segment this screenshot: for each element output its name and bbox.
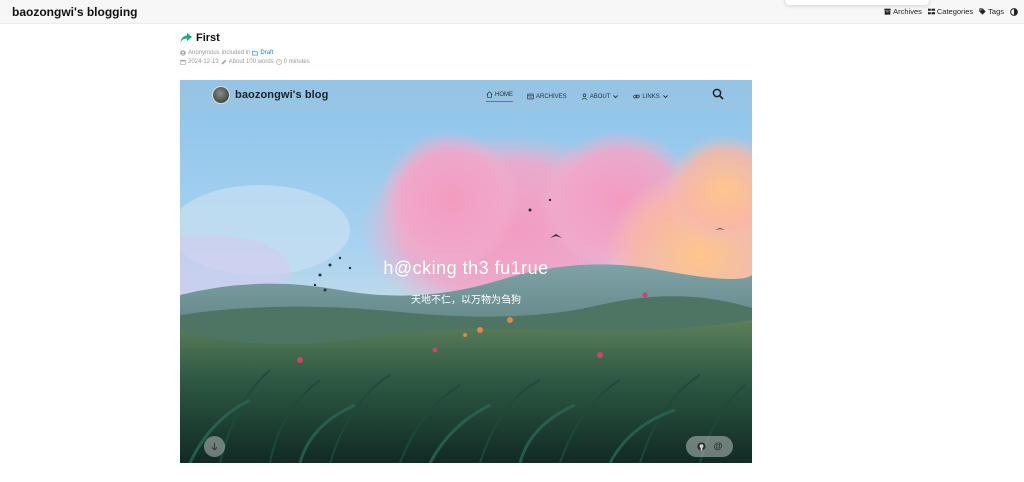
share-arrow-icon [180,33,192,43]
dropdown-popup-edge [784,0,930,6]
archive-icon [884,8,891,15]
post-word-count: About 100 words [228,59,274,65]
avatar [212,86,230,104]
archive-icon [527,93,534,100]
search-icon [712,88,724,100]
post-title[interactable]: First [196,32,220,44]
post-title-row: First [180,32,740,44]
email-at-icon: @ [713,441,723,451]
chevron-down-icon [613,95,619,99]
embedded-menu-archives: ARCHIVES [527,91,567,102]
nav-tags-label: Tags [988,7,1004,16]
embedded-menu-links: LINKS [633,91,668,102]
nav-archives[interactable]: Archives [884,7,922,16]
nav-categories[interactable]: Categories [927,7,974,16]
post-category-link[interactable]: Draft [260,50,273,56]
user-circle-icon [180,50,186,56]
embedded-menu-archives-label: ARCHIVES [536,93,567,100]
nav-categories-label: Categories [936,7,974,16]
user-icon [581,93,587,100]
embedded-menu-home: HOME [486,91,513,102]
nav-archives-label: Archives [893,7,922,16]
social-links: @ [686,436,733,457]
site-title[interactable]: baozongwi's blogging [12,5,138,19]
post-meta-stats: 2024-12-13 About 100 words 0 minutes [180,59,740,65]
embedded-menu-about-label: ABOUT [589,93,611,100]
tag-icon [979,8,986,15]
folder-icon [252,50,259,56]
embedded-menu-home-label: HOME [495,91,513,98]
arrow-down-icon [211,442,218,451]
embedded-nav-bar: baozongwi's blog HOME ARCHIVES ABOUT LIN… [180,80,752,111]
embedded-menu-about: ABOUT [581,91,620,102]
post-header: First Anonymous included in Draft 2024-1… [180,32,740,65]
scroll-down-button [204,436,225,457]
link-icon [633,94,641,99]
pencil-icon [221,59,227,65]
home-icon [486,91,493,98]
categories-icon [927,8,935,15]
clock-icon [275,59,282,65]
chevron-down-icon [662,95,668,99]
theme-toggle-icon[interactable] [1010,7,1018,16]
embedded-menu-links-label: LINKS [642,93,660,100]
hero-title: h@cking th3 fu1rue [383,258,549,278]
top-nav: Archives Categories Tags [884,7,1018,16]
post-author: Anonymous [188,50,220,56]
post-image: baozongwi's blog HOME ARCHIVES ABOUT LIN… [180,80,752,463]
hero-subtitle: 天地不仁，以万物为刍狗 [411,295,521,306]
post-reading-time: 0 minutes [283,59,310,65]
post-date: 2024-12-13 [188,59,219,65]
nav-tags[interactable]: Tags [979,7,1004,16]
calendar-icon [180,59,186,65]
embedded-menu: HOME ARCHIVES ABOUT LINKS [486,91,669,102]
post-included-in: included in [221,50,251,56]
github-icon [696,442,706,451]
embedded-brand: baozongwi's blog [235,89,329,101]
post-meta-author: Anonymous included in Draft [180,50,740,56]
